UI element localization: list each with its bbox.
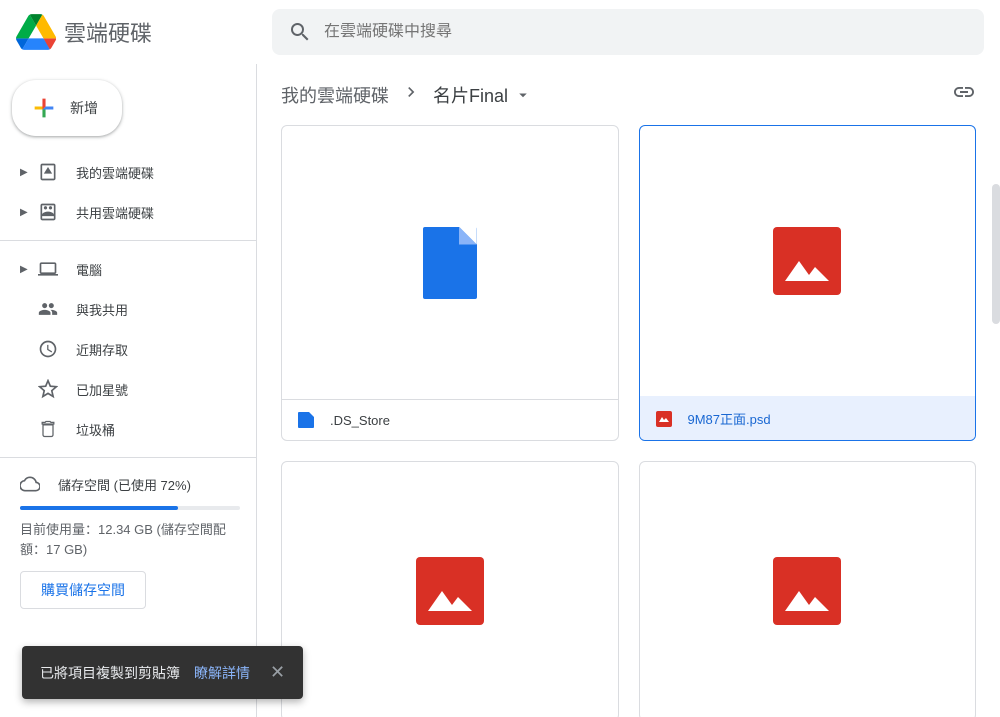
- sidebar-item-starred[interactable]: 已加星號: [0, 369, 256, 409]
- shared-drive-icon: [38, 202, 58, 222]
- computer-icon: [38, 259, 58, 279]
- sidebar-item-trash[interactable]: 垃圾桶: [0, 409, 256, 449]
- logo-area[interactable]: 雲端硬碟: [16, 12, 272, 52]
- storage-fill: [20, 506, 178, 510]
- file-footer: .DS_Store: [282, 399, 618, 440]
- main: 新增 ▶ 我的雲端硬碟 ▶ 共用雲端硬碟 ▶ 電腦 與我共用 近期存取: [0, 64, 1000, 717]
- dropdown-icon: [514, 86, 532, 104]
- divider: [0, 240, 256, 241]
- file-preview: [282, 126, 618, 399]
- star-icon: [38, 379, 58, 399]
- cloud-icon: [20, 474, 40, 494]
- file-card[interactable]: [639, 461, 977, 717]
- files-grid: .DS_Store 9M87正面.psd: [257, 125, 1000, 717]
- sidebar-item-mydrive[interactable]: ▶ 我的雲端硬碟: [0, 152, 256, 192]
- nav-label: 電腦: [76, 260, 102, 279]
- nav-label: 已加星號: [76, 380, 128, 399]
- chevron-right-icon: ▶: [20, 207, 32, 218]
- plus-icon: [30, 94, 58, 122]
- drive-icon: [38, 162, 58, 182]
- file-card[interactable]: 9M87正面.psd: [639, 125, 977, 441]
- toast: 已將項目複製到剪貼簿 瞭解詳情 ✕: [22, 646, 303, 699]
- image-icon: [773, 227, 841, 295]
- storage-section: 儲存空間 (已使用 72%) 目前使用量：12.34 GB (儲存空間配額：17…: [0, 466, 256, 617]
- nav-label: 垃圾桶: [76, 420, 115, 439]
- breadcrumb-current-label: 名片Final: [433, 82, 508, 108]
- drive-logo-icon: [16, 12, 56, 52]
- file-card[interactable]: [281, 461, 619, 717]
- toast-link[interactable]: 瞭解詳情: [194, 663, 250, 683]
- breadcrumb-current[interactable]: 名片Final: [433, 82, 532, 108]
- sidebar-item-recent[interactable]: 近期存取: [0, 329, 256, 369]
- sidebar-item-computer[interactable]: ▶ 電腦: [0, 249, 256, 289]
- file-name: 9M87正面.psd: [688, 409, 771, 428]
- sidebar: 新增 ▶ 我的雲端硬碟 ▶ 共用雲端硬碟 ▶ 電腦 與我共用 近期存取: [0, 64, 256, 717]
- link-icon[interactable]: [952, 80, 976, 109]
- file-card[interactable]: .DS_Store: [281, 125, 619, 441]
- breadcrumb: 我的雲端硬碟 名片Final: [257, 64, 1000, 125]
- image-icon: [773, 557, 841, 625]
- trash-icon: [38, 419, 58, 439]
- file-preview: [640, 462, 976, 717]
- app-title: 雲端硬碟: [64, 16, 152, 48]
- file-icon: [423, 227, 477, 299]
- search-bar[interactable]: [272, 9, 984, 55]
- search-input[interactable]: [324, 23, 968, 41]
- file-name: .DS_Store: [330, 413, 390, 428]
- nav-label: 我的雲端硬碟: [76, 163, 154, 182]
- toast-message: 已將項目複製到剪貼簿: [40, 663, 180, 683]
- sidebar-item-shared[interactable]: 與我共用: [0, 289, 256, 329]
- storage-label: 儲存空間 (已使用 72%): [58, 475, 191, 494]
- breadcrumb-parent[interactable]: 我的雲端硬碟: [281, 82, 389, 108]
- storage-bar: [20, 506, 240, 510]
- buy-storage-button[interactable]: 購買儲存空間: [20, 571, 146, 609]
- nav-label: 共用雲端硬碟: [76, 203, 154, 222]
- chevron-right-icon: ▶: [20, 264, 32, 275]
- image-icon: [416, 557, 484, 625]
- storage-usage-text: 目前使用量：12.34 GB (儲存空間配額：17 GB): [20, 520, 240, 559]
- clock-icon: [38, 339, 58, 359]
- nav-label: 近期存取: [76, 340, 128, 359]
- new-button[interactable]: 新增: [12, 80, 122, 136]
- new-button-label: 新增: [70, 98, 98, 118]
- close-icon[interactable]: ✕: [270, 662, 285, 683]
- file-preview: [640, 126, 976, 396]
- sidebar-item-storage[interactable]: 儲存空間 (已使用 72%): [20, 474, 240, 494]
- file-preview: [282, 462, 618, 717]
- chevron-right-icon: ▶: [20, 167, 32, 178]
- search-icon: [288, 20, 312, 44]
- file-footer: 9M87正面.psd: [640, 396, 976, 440]
- nav-label: 與我共用: [76, 300, 128, 319]
- file-type-icon: [298, 412, 314, 428]
- sidebar-item-shareddrive[interactable]: ▶ 共用雲端硬碟: [0, 192, 256, 232]
- people-icon: [38, 299, 58, 319]
- scrollbar[interactable]: [992, 184, 1000, 324]
- chevron-right-icon: [401, 82, 421, 107]
- image-type-icon: [656, 411, 672, 427]
- breadcrumb-path: 我的雲端硬碟 名片Final: [281, 82, 532, 108]
- divider: [0, 457, 256, 458]
- content: 我的雲端硬碟 名片Final .DS_Store: [256, 64, 1000, 717]
- header: 雲端硬碟: [0, 0, 1000, 64]
